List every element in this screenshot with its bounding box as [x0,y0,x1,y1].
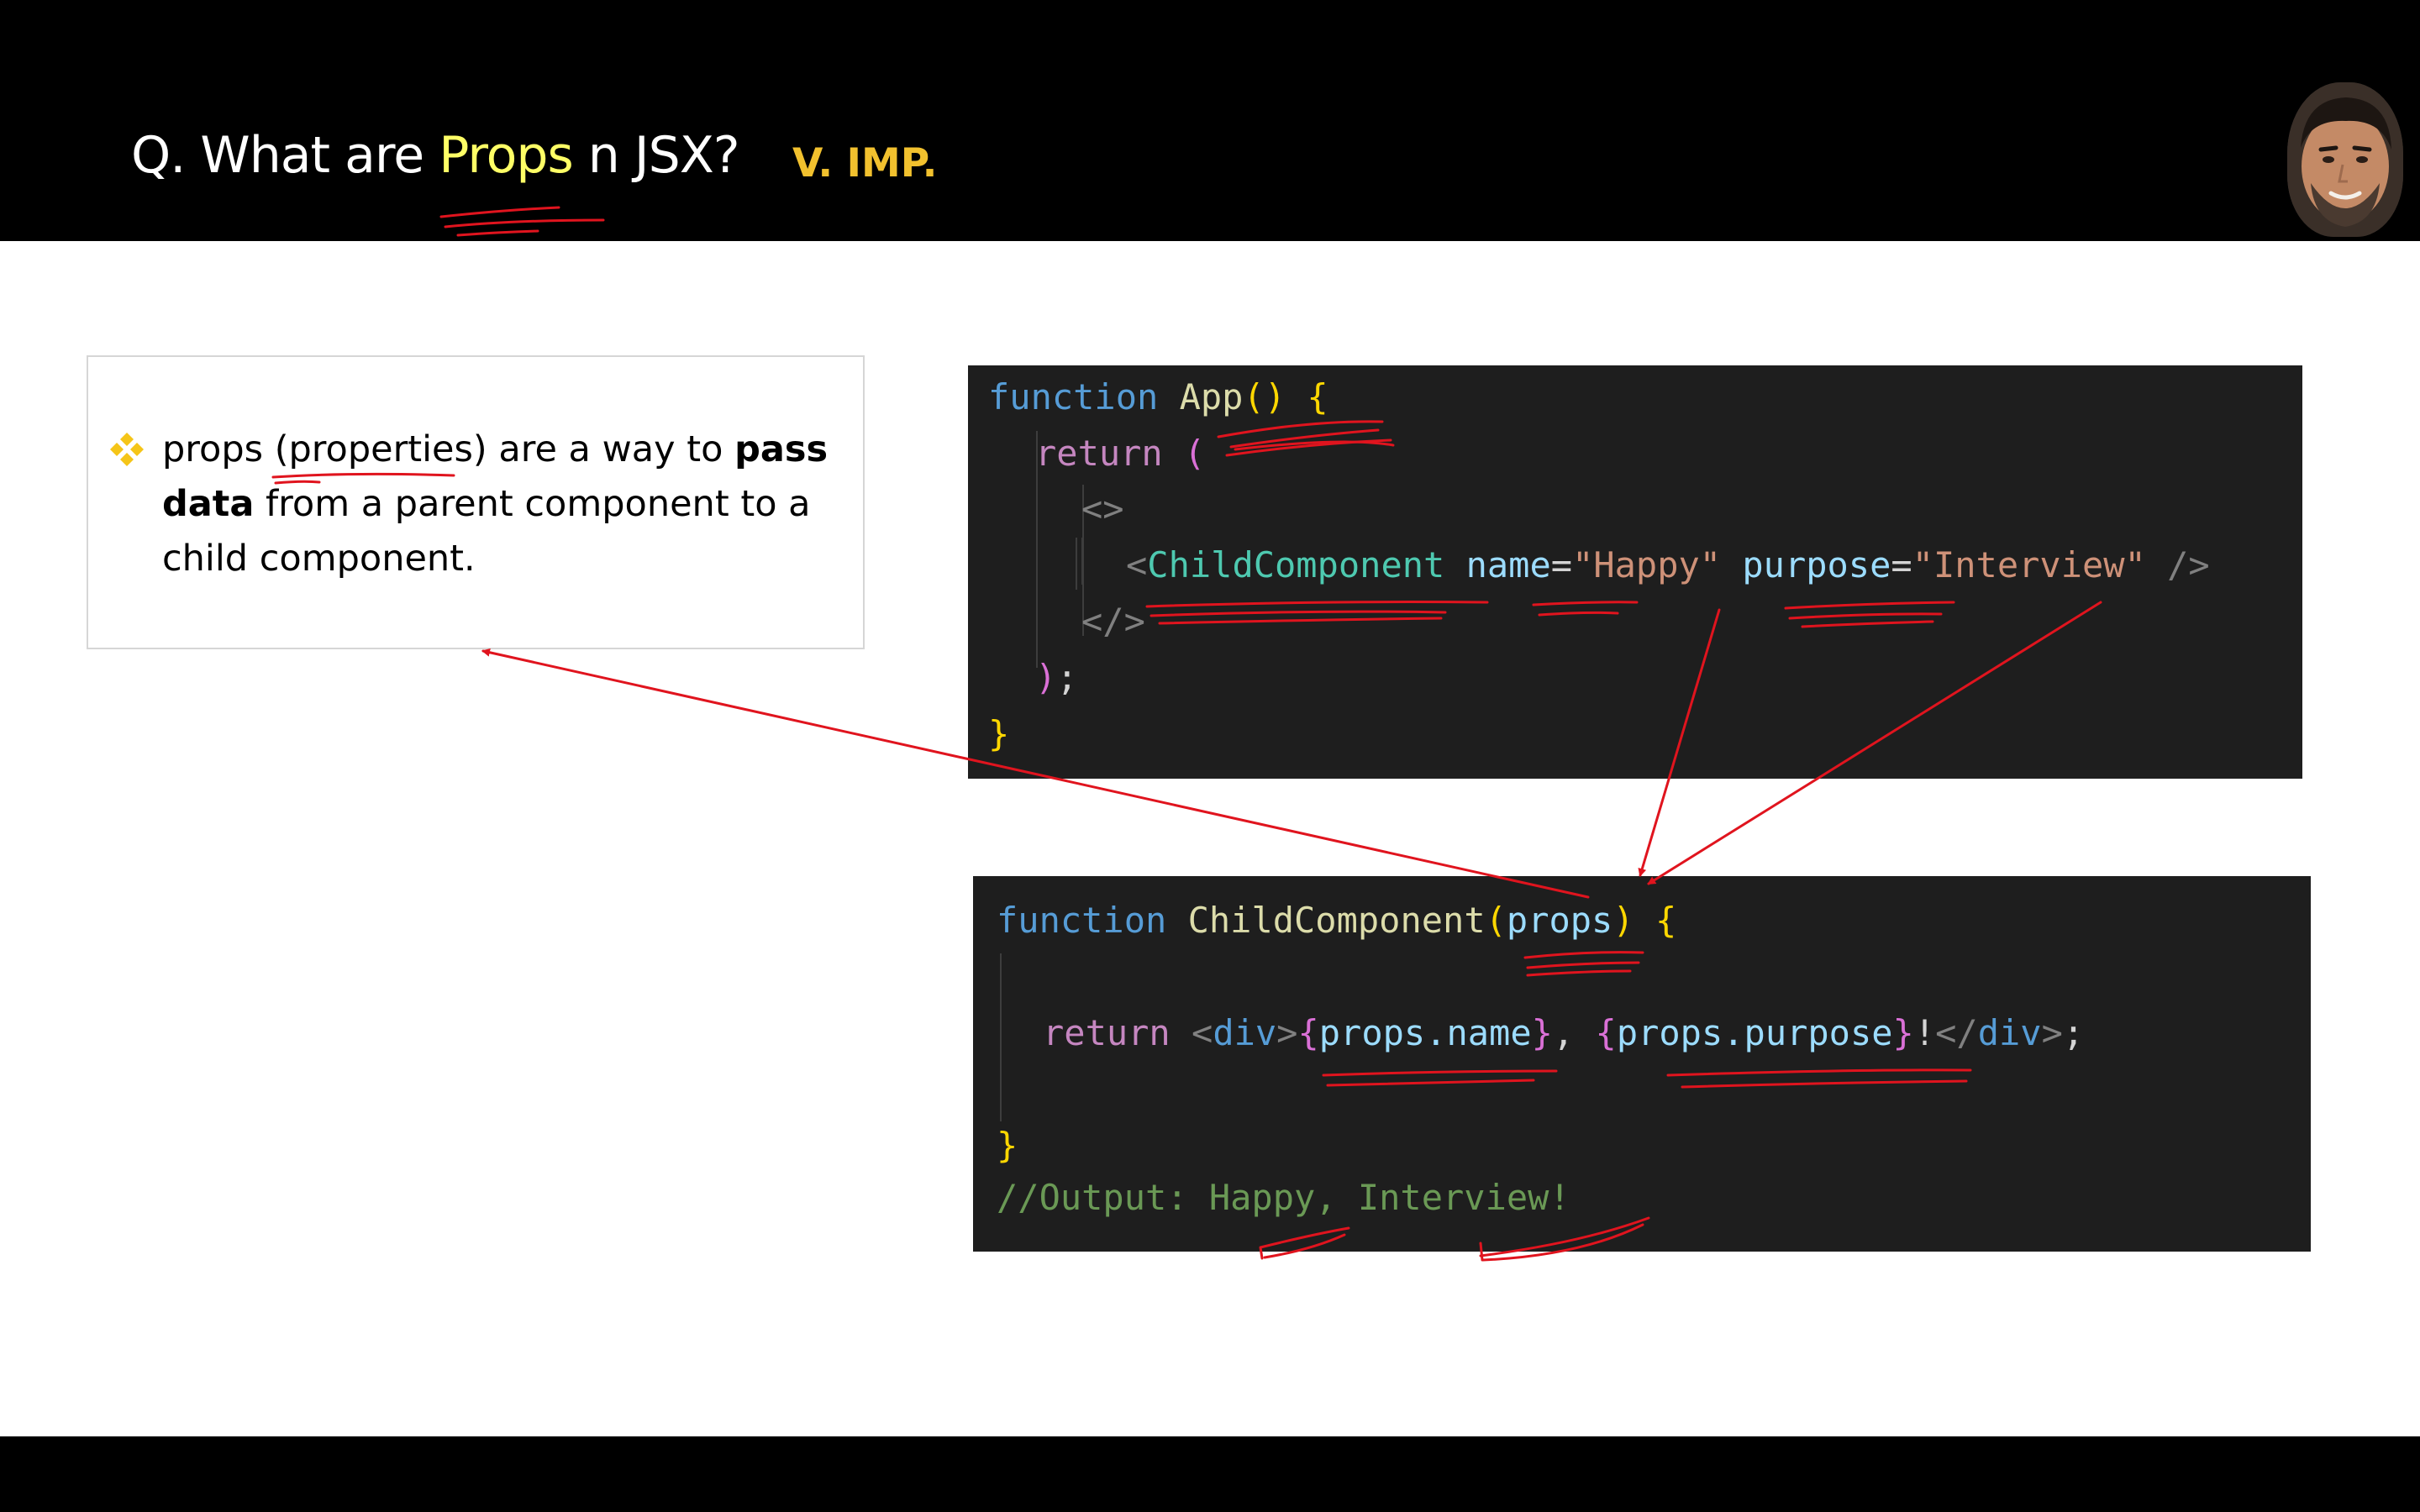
definition-card: props (properties) are a way to pass dat… [87,355,865,649]
indent-guide [1081,538,1083,585]
attr-eq: = [1891,544,1912,585]
tag-div: div [1213,1012,1277,1053]
four-diamond-bullet-icon [110,433,144,466]
expr-brace: { [1595,1012,1617,1053]
paren-open: ( [1184,433,1206,474]
slide-footer [0,1436,2420,1512]
semicolon: ; [2062,1012,2085,1053]
function-name: App [1179,376,1244,417]
attr-eq: = [1550,544,1573,585]
code-comment: //Output: Happy, Interview! [997,1174,1570,1221]
presenter-face-icon [2287,82,2403,237]
output-comment: //Output: Happy, Interview! [997,1177,1570,1218]
presenter-avatar [2287,82,2403,237]
brace-open: { [1307,376,1328,417]
attr-name-value: "Happy" [1572,544,1722,585]
indent-guide [1000,953,1002,1121]
title-suffix: n JSX? [572,126,740,185]
keyword-function: function [988,376,1159,417]
expr-props-purpose: props.purpose [1616,1012,1893,1053]
definition-part-2: from a parent component to a child compo… [162,483,811,580]
title-prefix: Q. What are [131,126,439,185]
code-line-5: </> [1081,598,1145,645]
tag-div: div [1977,1012,2042,1053]
expr-brace: } [1892,1012,1914,1053]
attr-purpose: purpose [1742,544,1891,585]
code-line-7: } [988,711,1009,758]
paren-close: ) [1035,657,1057,698]
title-highlight: Props [439,126,574,185]
tag-lt-slash: </ [1935,1012,1978,1053]
component-name: ChildComponent [1147,544,1445,585]
code-line-4: <ChildComponent name="Happy" purpose="In… [1126,542,2210,589]
fragment-close: </> [1081,601,1145,642]
slide: Q. What are Props n JSX? V. IMP. props (… [0,0,2420,1512]
fragment-open: <> [1081,488,1124,529]
expr-props-name: props.name [1318,1012,1532,1053]
text-comma: , [1552,1012,1596,1053]
code-line-1: function App() { [988,374,1328,421]
function-name: ChildComponent [1187,900,1486,941]
tag-lt: < [1126,544,1148,585]
keyword-return: return [1043,1012,1171,1053]
param-props: props [1506,900,1613,941]
parens: () [1243,376,1286,417]
tag-gt: > [2041,1012,2063,1053]
self-close: /> [2167,544,2210,585]
slide-header: Q. What are Props n JSX? V. IMP. [0,0,2420,241]
keyword-return: return [1035,433,1163,474]
tag-gt: > [1276,1012,1298,1053]
importance-badge: V. IMP. [792,140,938,186]
app-code-block: function App() { return ( <> <ChildCompo… [968,365,2302,779]
code-line-6: ); [1035,654,1078,701]
definition-part-1: props (properties) are a way to [162,428,735,470]
code-line-3: } [997,1122,1018,1169]
code-line-2: return ( [1035,430,1205,477]
expr-brace: { [1297,1012,1319,1053]
attr-purpose-value: "Interview" [1912,544,2146,585]
definition-text: props (properties) are a way to pass dat… [162,423,851,586]
paren-open: ( [1485,900,1507,941]
expr-brace: } [1531,1012,1553,1053]
keyword-function: function [997,900,1167,941]
code-line-1: function ChildComponent(props) { [997,897,1676,944]
text-bang: ! [1913,1012,1936,1053]
semicolon: ; [1056,657,1078,698]
tag-lt: < [1192,1012,1213,1053]
indent-guide [1076,538,1077,590]
brace-open: { [1655,900,1677,941]
attr-name: name [1465,544,1551,585]
brace-close: } [997,1125,1018,1166]
paren-close: ) [1612,900,1634,941]
code-line-2: return <div>{props.name}, {props.purpose… [1043,1010,2084,1057]
code-line-3: <> [1081,486,1124,533]
child-code-block: function ChildComponent(props) { return … [973,876,2311,1252]
slide-title: Q. What are Props n JSX? [131,126,740,185]
brace-close: } [988,713,1010,754]
